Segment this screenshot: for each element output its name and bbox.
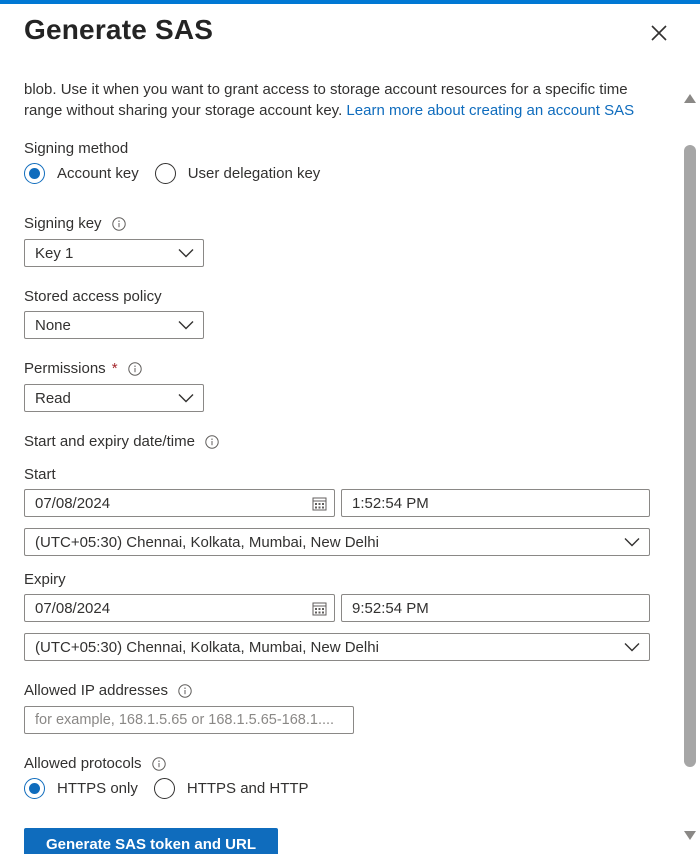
chevron-down-icon bbox=[178, 321, 194, 330]
required-marker: * bbox=[111, 360, 118, 377]
expiry-label-text: Expiry bbox=[24, 571, 66, 588]
start-date-field[interactable]: 07/08/2024 bbox=[24, 489, 335, 517]
close-icon bbox=[651, 25, 667, 41]
start-timezone-value: (UTC+05:30) Chennai, Kolkata, Mumbai, Ne… bbox=[35, 533, 379, 551]
signing-key-dropdown[interactable]: Key 1 bbox=[24, 239, 204, 267]
allowed-protocols-label: Allowed protocols bbox=[24, 755, 166, 772]
info-icon[interactable] bbox=[151, 756, 166, 771]
datetime-section-label-text: Start and expiry date/time bbox=[24, 433, 195, 450]
radio-account-key-label[interactable]: Account key bbox=[57, 165, 139, 182]
allowed-protocols-label-text: Allowed protocols bbox=[24, 755, 142, 772]
allowed-ips-placeholder: for example, 168.1.5.65 or 168.1.5.65-16… bbox=[35, 712, 335, 728]
radio-https-only-label[interactable]: HTTPS only bbox=[57, 780, 138, 797]
start-label: Start bbox=[24, 466, 56, 483]
chevron-down-icon bbox=[624, 643, 640, 652]
start-time-field[interactable]: 1:52:54 PM bbox=[341, 489, 650, 517]
start-time-value: 1:52:54 PM bbox=[352, 494, 429, 512]
calendar-icon[interactable] bbox=[312, 496, 327, 511]
expiry-label: Expiry bbox=[24, 571, 66, 588]
expiry-time-field[interactable]: 9:52:54 PM bbox=[341, 594, 650, 622]
radio-user-delegation-key[interactable] bbox=[154, 163, 176, 184]
signing-key-label: Signing key bbox=[24, 215, 126, 232]
scroll-up-arrow[interactable] bbox=[683, 92, 697, 104]
info-icon[interactable] bbox=[205, 434, 219, 449]
permissions-label: Permissions * bbox=[24, 360, 142, 377]
expiry-date-field[interactable]: 07/08/2024 bbox=[24, 594, 335, 622]
chevron-down-icon bbox=[624, 538, 640, 547]
intro-text: blob. Use it when you want to grant acce… bbox=[24, 79, 664, 121]
expiry-timezone-dropdown[interactable]: (UTC+05:30) Chennai, Kolkata, Mumbai, Ne… bbox=[24, 633, 650, 661]
allowed-ips-label-text: Allowed IP addresses bbox=[24, 682, 168, 699]
datetime-section-label: Start and expiry date/time bbox=[24, 433, 219, 450]
expiry-time-value: 9:52:54 PM bbox=[352, 599, 429, 617]
info-icon[interactable] bbox=[127, 361, 142, 376]
scroll-down-arrow[interactable] bbox=[683, 830, 697, 842]
allowed-protocols-radios: HTTPS only HTTPS and HTTP bbox=[24, 778, 325, 799]
generate-sas-button[interactable]: Generate SAS token and URL bbox=[24, 828, 278, 854]
start-label-text: Start bbox=[24, 466, 56, 483]
permissions-value: Read bbox=[35, 389, 71, 407]
radio-https-and-http[interactable] bbox=[153, 778, 175, 799]
radio-https-only[interactable] bbox=[24, 778, 45, 799]
allowed-ips-input[interactable]: for example, 168.1.5.65 or 168.1.5.65-16… bbox=[24, 706, 354, 734]
signing-method-radios: Account key User delegation key bbox=[24, 163, 336, 184]
chevron-down-icon bbox=[178, 249, 194, 258]
radio-user-delegation-key-label[interactable]: User delegation key bbox=[188, 165, 321, 182]
panel-title: Generate SAS bbox=[24, 14, 214, 45]
top-accent-bar bbox=[0, 0, 700, 4]
stored-access-policy-label: Stored access policy bbox=[24, 288, 162, 305]
stored-access-policy-value: None bbox=[35, 316, 71, 334]
info-icon[interactable] bbox=[178, 683, 192, 698]
expiry-date-value: 07/08/2024 bbox=[35, 599, 111, 617]
permissions-dropdown[interactable]: Read bbox=[24, 384, 204, 412]
allowed-ips-label: Allowed IP addresses bbox=[24, 682, 192, 699]
calendar-icon[interactable] bbox=[312, 601, 327, 616]
signing-key-label-text: Signing key bbox=[24, 215, 102, 232]
signing-method-label: Signing method bbox=[24, 140, 128, 157]
expiry-timezone-value: (UTC+05:30) Chennai, Kolkata, Mumbai, Ne… bbox=[35, 638, 379, 656]
chevron-down-icon bbox=[178, 394, 194, 403]
close-button[interactable] bbox=[646, 20, 672, 46]
start-date-value: 07/08/2024 bbox=[35, 494, 111, 512]
scrollbar-thumb[interactable] bbox=[684, 145, 696, 767]
start-timezone-dropdown[interactable]: (UTC+05:30) Chennai, Kolkata, Mumbai, Ne… bbox=[24, 528, 650, 556]
radio-account-key[interactable] bbox=[24, 163, 45, 184]
stored-access-policy-label-text: Stored access policy bbox=[24, 288, 162, 305]
radio-https-and-http-label[interactable]: HTTPS and HTTP bbox=[187, 780, 309, 797]
stored-access-policy-dropdown[interactable]: None bbox=[24, 311, 204, 339]
learn-more-link[interactable]: Learn more about creating an account SAS bbox=[346, 102, 634, 119]
permissions-label-text: Permissions bbox=[24, 360, 106, 377]
signing-key-value: Key 1 bbox=[35, 244, 74, 262]
info-icon[interactable] bbox=[111, 216, 126, 231]
signing-method-label-text: Signing method bbox=[24, 140, 129, 157]
